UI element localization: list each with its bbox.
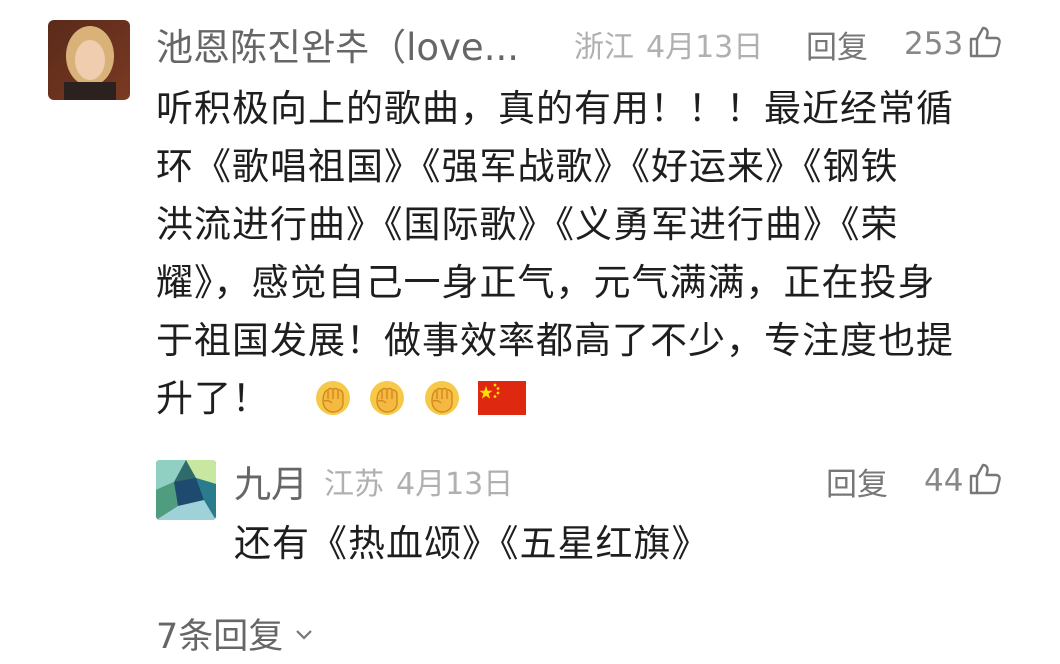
raised-fist-emoji-icon bbox=[423, 376, 461, 434]
reply-reply-button[interactable]: 回复 bbox=[826, 459, 888, 504]
view-more-replies-button[interactable]: 7条回复 bbox=[156, 608, 315, 659]
reply-button[interactable]: 回复 bbox=[806, 22, 868, 67]
comment-date: 4月13日 bbox=[646, 30, 764, 65]
more-replies-label: 7条回复 bbox=[156, 617, 284, 657]
thumbs-up-icon[interactable] bbox=[967, 461, 1003, 501]
comment-text-line: 于祖国发展！做事效率都高了不少，专注度也提 bbox=[156, 319, 954, 362]
like-count: 253 bbox=[904, 26, 964, 62]
comment-text-line: 听积极向上的歌曲，真的有用！！！最近经常循 bbox=[156, 87, 954, 130]
chevron-down-icon bbox=[293, 614, 315, 654]
comment-text-last-line: 升了！ bbox=[156, 370, 1036, 434]
comment-text: 听积极向上的歌曲，真的有用！！！最近经常循 环《歌唱祖国》《强军战歌》《好运来》… bbox=[156, 80, 1036, 434]
commenter-region: 浙江 bbox=[574, 30, 634, 65]
comment-text-line: 环《歌唱祖国》《强军战歌》《好运来》《钢铁 bbox=[156, 145, 899, 188]
raised-fist-emoji-icon bbox=[314, 376, 352, 434]
comment-text-line: 洪流进行曲》《国际歌》《义勇军进行曲》《荣 bbox=[156, 203, 899, 246]
thumbs-up-icon[interactable] bbox=[967, 24, 1003, 64]
reply-text: 还有《热血颂》《五星红旗》 bbox=[234, 522, 710, 565]
commenter-avatar[interactable] bbox=[48, 20, 130, 100]
reply-region: 江苏 bbox=[324, 467, 384, 502]
reply-username[interactable]: 九月 bbox=[234, 454, 308, 508]
reply-avatar[interactable] bbox=[156, 460, 216, 520]
reply-date: 4月13日 bbox=[396, 467, 514, 502]
china-flag-emoji-icon bbox=[477, 374, 526, 432]
reply-like-count: 44 bbox=[924, 463, 964, 499]
raised-fist-emoji-icon bbox=[368, 376, 406, 434]
comment-text-line: 耀》，感觉自己一身正气，元气满满，正在投身 bbox=[156, 261, 936, 304]
commenter-username[interactable]: 池恩陈진완추（love... bbox=[156, 17, 556, 71]
comment-text-line: 升了！ bbox=[156, 377, 270, 420]
